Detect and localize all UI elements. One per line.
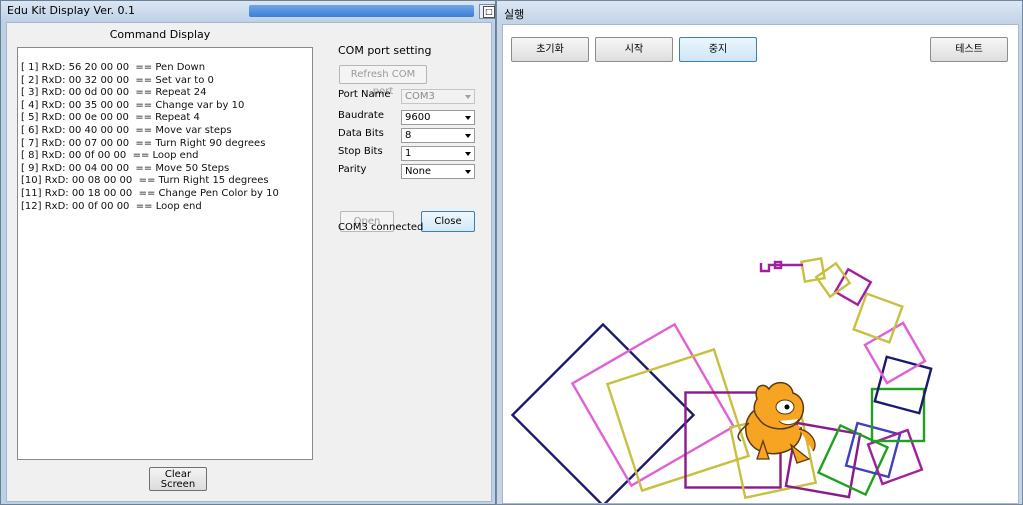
command-line: [ 6] RxD: 00 40 00 00 == Move var steps: [21, 124, 232, 136]
port-name-select[interactable]: COM3: [401, 89, 475, 104]
edu-kit-titlebar[interactable]: Edu Kit Display Ver. 0.1 ✕: [1, 1, 495, 21]
window-icon: □: [483, 6, 495, 18]
run-titlebar[interactable]: □ 실행: [483, 1, 1022, 23]
command-line: [ 7] RxD: 00 07 00 00 == Turn Right 90 d…: [21, 137, 266, 149]
command-line: [11] RxD: 00 18 00 00 == Change Pen Colo…: [21, 187, 279, 199]
pen-square: [510, 322, 696, 503]
command-line: [12] RxD: 00 0f 00 00 == Loop end: [21, 200, 202, 212]
command-display-title: Command Display: [109, 28, 211, 41]
close-port-button[interactable]: Close: [421, 211, 475, 232]
data-bits-value: 8: [405, 130, 412, 141]
stop-bits-select[interactable]: 1: [401, 146, 475, 161]
com-port-group: COM port setting Refresh COM port Port N…: [333, 44, 483, 232]
clear-screen-button[interactable]: Clear Screen: [149, 467, 207, 491]
run-title: 실행: [504, 8, 525, 21]
port-name-label: Port Name: [338, 89, 391, 100]
data-bits-label: Data Bits: [338, 128, 384, 139]
stop-bits-label: Stop Bits: [338, 146, 383, 157]
parity-value: None: [405, 166, 432, 177]
pen-square: [873, 355, 933, 415]
baudrate-value: 9600: [405, 112, 431, 123]
chevron-down-icon: [465, 170, 471, 174]
edu-kit-window: Edu Kit Display Ver. 0.1 ✕ Command Displ…: [0, 0, 496, 505]
command-line: [ 8] RxD: 00 0f 00 00 == Loop end: [21, 150, 199, 162]
command-line: [ 1] RxD: 56 20 00 00 == Pen Down: [21, 62, 206, 73]
chevron-down-icon: [465, 152, 471, 156]
pen-square: [570, 322, 736, 488]
port-name-value: COM3: [405, 91, 435, 102]
stage-canvas[interactable]: 초기화 시작 중지 테스트: [502, 24, 1019, 504]
stop-bits-value: 1: [405, 148, 412, 159]
command-line: [ 3] RxD: 00 0d 00 00 == Repeat 24: [21, 87, 207, 99]
connection-status: COM3 connected: [338, 222, 424, 233]
pen-square: [800, 257, 826, 283]
pen-drawing: [510, 257, 933, 503]
baudrate-label: Baudrate: [338, 110, 384, 121]
clear-screen-label-2: Screen: [160, 479, 196, 490]
edu-kit-title: Edu Kit Display Ver. 0.1: [7, 4, 135, 17]
pen-square: [605, 347, 751, 493]
pen-square: [814, 261, 852, 299]
chevron-down-icon: [465, 116, 471, 120]
command-line: [ 2] RxD: 00 32 00 00 == Set var to 0: [21, 74, 214, 86]
parity-select[interactable]: None: [401, 164, 475, 179]
edu-kit-client: Command Display [ 1] RxD: 56 20 00 00 ==…: [6, 22, 492, 502]
pen-square: [863, 321, 927, 385]
chevron-down-icon: [465, 95, 471, 99]
command-line: [10] RxD: 00 08 00 00 == Turn Right 15 d…: [21, 175, 269, 187]
refresh-com-port-button[interactable]: Refresh COM port: [339, 65, 427, 97]
com-port-group-title: COM port setting: [338, 44, 432, 57]
chevron-down-icon: [465, 134, 471, 138]
parity-label: Parity: [338, 164, 367, 175]
command-line: [ 4] RxD: 00 35 00 00 == Change var by 1…: [21, 99, 245, 111]
baudrate-select[interactable]: 9600: [401, 110, 475, 125]
command-display-list[interactable]: [ 1] RxD: 56 20 00 00 == Pen Down[ 2] Rx…: [17, 47, 313, 460]
titlebar-highlight: [249, 5, 474, 17]
command-line: [ 9] RxD: 00 04 00 00 == Move 50 Steps: [21, 162, 230, 174]
data-bits-select[interactable]: 8: [401, 128, 475, 143]
command-line: [ 5] RxD: 00 0e 00 00 == Repeat 4: [21, 112, 200, 124]
run-window: □ 실행 초기화 시작 중지 테스트: [483, 0, 1023, 505]
